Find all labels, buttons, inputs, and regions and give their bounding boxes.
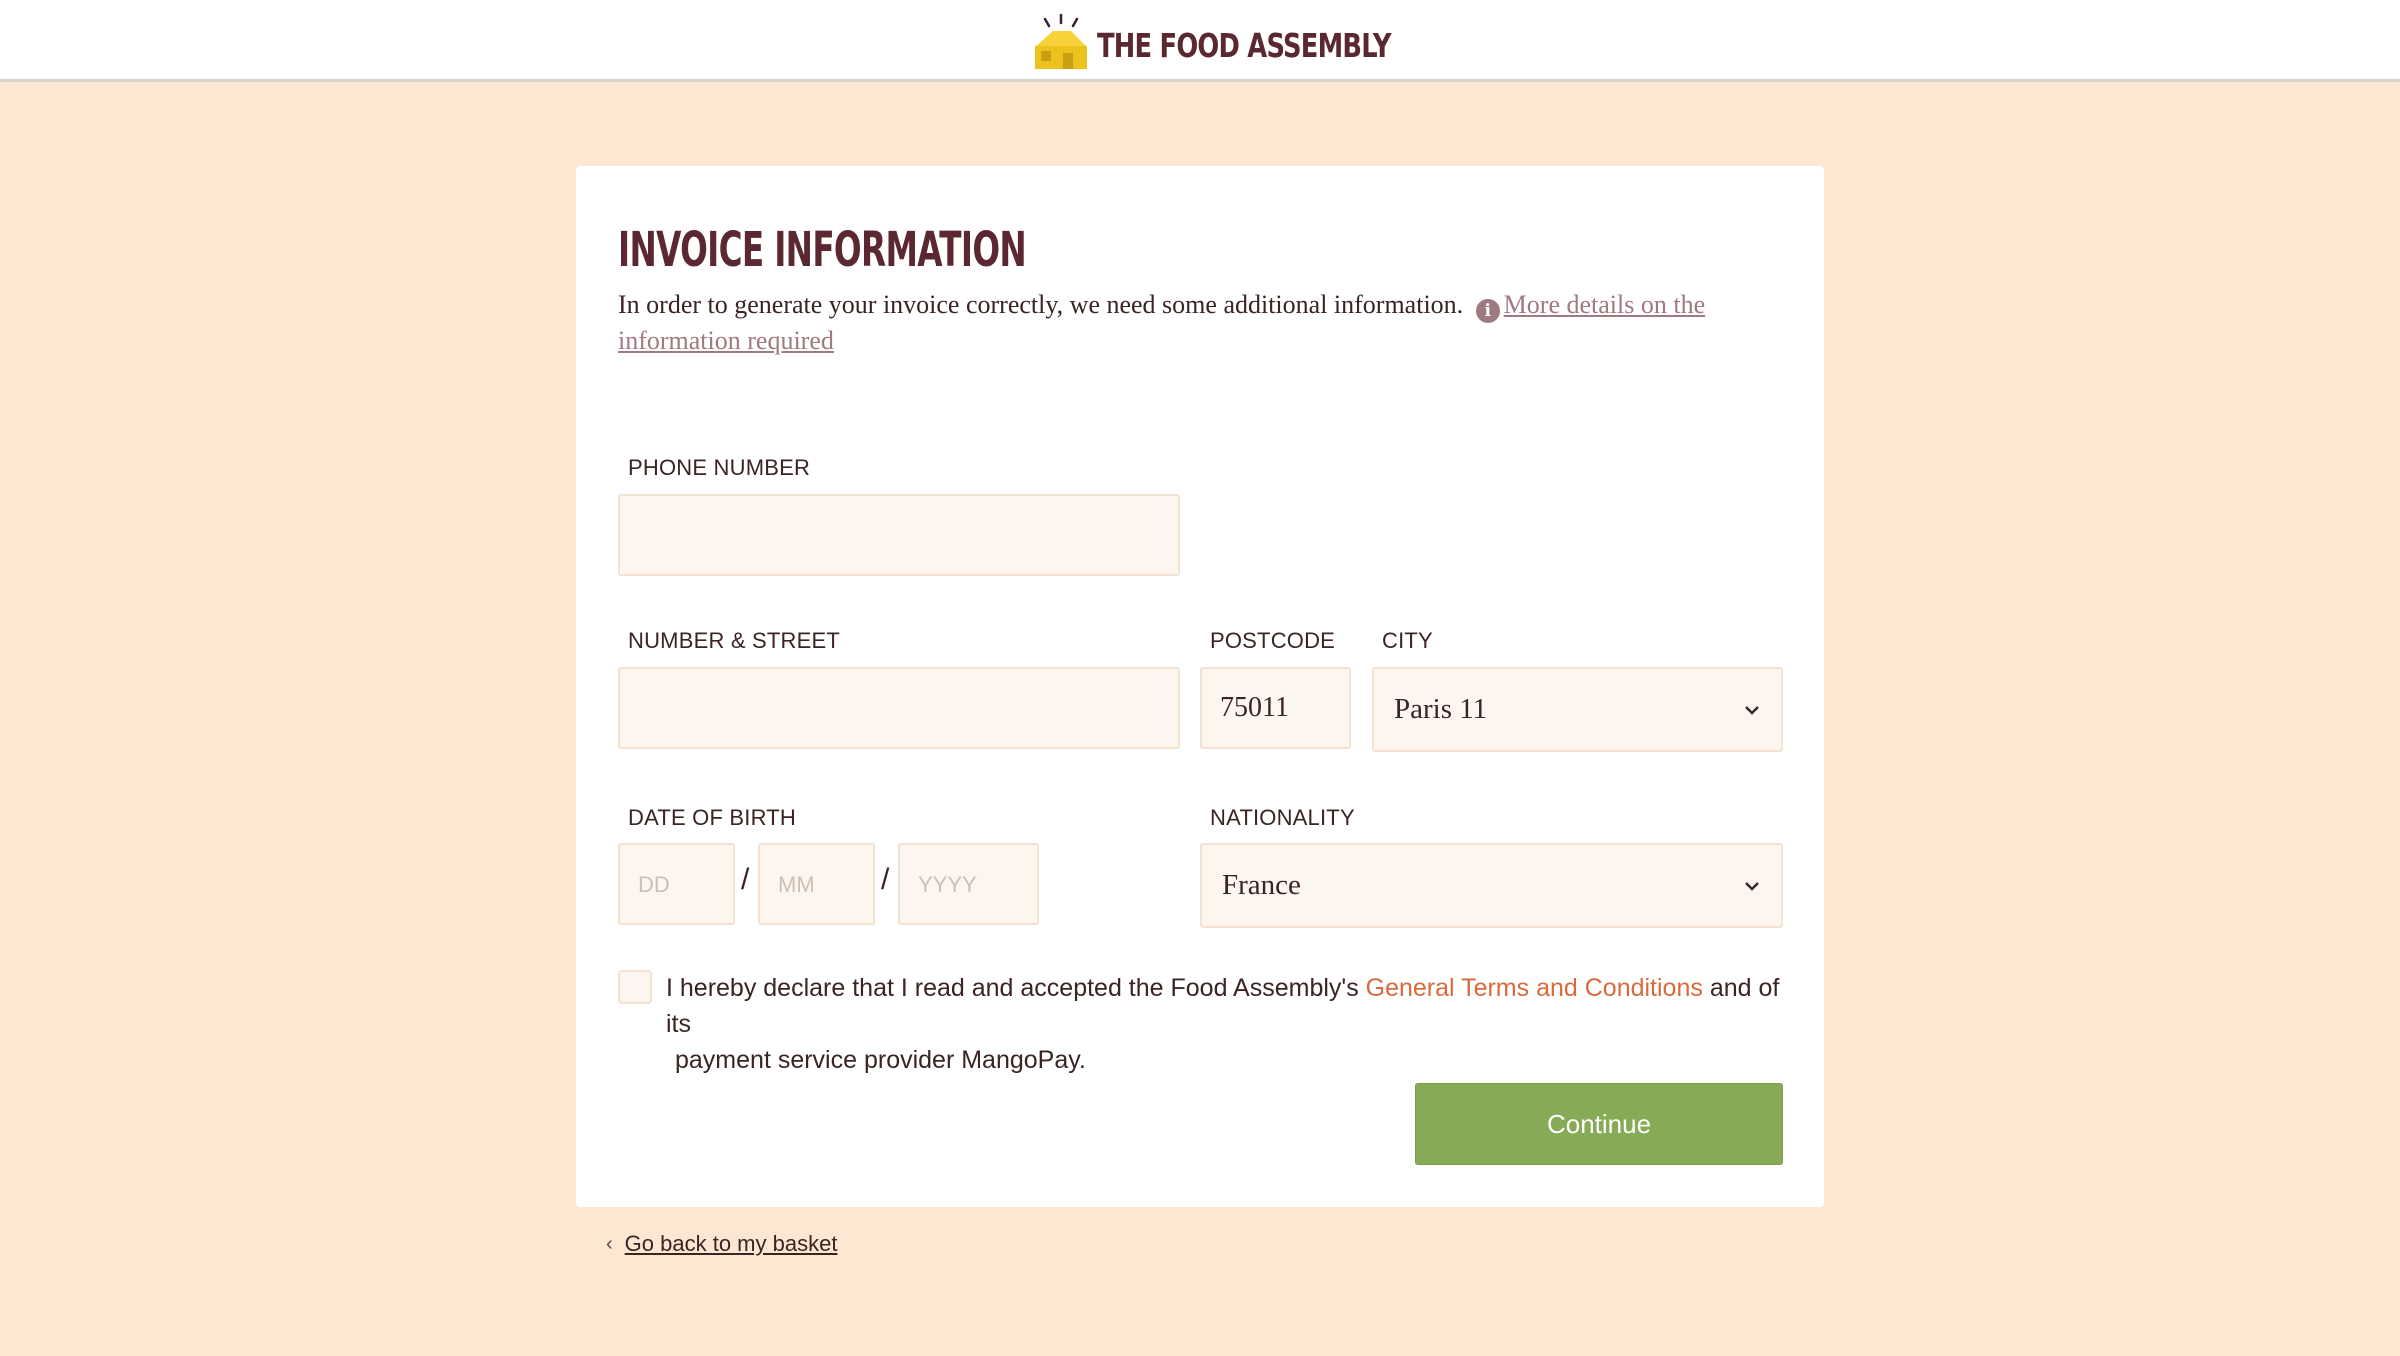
dob-separator: /: [741, 863, 750, 896]
postcode-input[interactable]: [1200, 667, 1351, 749]
terms-declaration: I hereby declare that I read and accepte…: [666, 970, 1806, 1078]
nationality-selected-value: France: [1222, 869, 1301, 901]
intro-sentence: In order to generate your invoice correc…: [618, 290, 1464, 319]
dob-label: DATE OF BIRTH: [628, 805, 797, 830]
page-title: INVOICE INFORMATION: [618, 222, 1027, 278]
city-label: CITY: [1382, 628, 1433, 653]
brand-name: THE FOOD ASSEMBLY: [1097, 26, 1392, 65]
phone-label: PHONE NUMBER: [628, 455, 811, 480]
nationality-label: NATIONALITY: [1210, 805, 1355, 830]
terms-text-line2: payment service provider MangoPay.: [675, 1046, 1086, 1074]
city-select[interactable]: Paris 11: [1372, 667, 1783, 752]
continue-button[interactable]: Continue: [1415, 1083, 1783, 1165]
dob-month-input[interactable]: [758, 843, 875, 925]
nationality-select[interactable]: France: [1200, 843, 1783, 928]
city-selected-value: Paris 11: [1394, 693, 1488, 725]
brand-logo[interactable]: THE FOOD ASSEMBLY: [1033, 13, 1392, 71]
street-label: NUMBER & STREET: [628, 628, 841, 653]
food-assembly-house-logo: [1035, 13, 1087, 69]
back-navigation: ‹ Go back to my basket: [606, 1231, 837, 1257]
back-to-basket-link[interactable]: Go back to my basket: [625, 1231, 838, 1257]
dob-day-input[interactable]: [618, 843, 735, 925]
chevron-down-icon: [1745, 881, 1759, 891]
info-circle-icon: i: [1475, 299, 1500, 323]
top-header: THE FOOD ASSEMBLY: [0, 0, 2400, 82]
chevron-left-icon: ‹: [606, 1232, 613, 1255]
intro-text: In order to generate your invoice correc…: [618, 287, 1768, 359]
street-input[interactable]: [618, 667, 1180, 749]
phone-input[interactable]: [618, 494, 1180, 576]
terms-checkbox[interactable]: [618, 970, 652, 1004]
terms-link[interactable]: General Terms and Conditions: [1366, 974, 1703, 1002]
dob-year-input[interactable]: [898, 843, 1039, 925]
dob-separator: /: [881, 863, 890, 896]
invoice-form-card: INVOICE INFORMATION In order to generate…: [576, 166, 1824, 1207]
terms-text-before: I hereby declare that I read and accepte…: [666, 974, 1366, 1002]
postcode-label: POSTCODE: [1210, 628, 1336, 653]
chevron-down-icon: [1745, 705, 1759, 715]
